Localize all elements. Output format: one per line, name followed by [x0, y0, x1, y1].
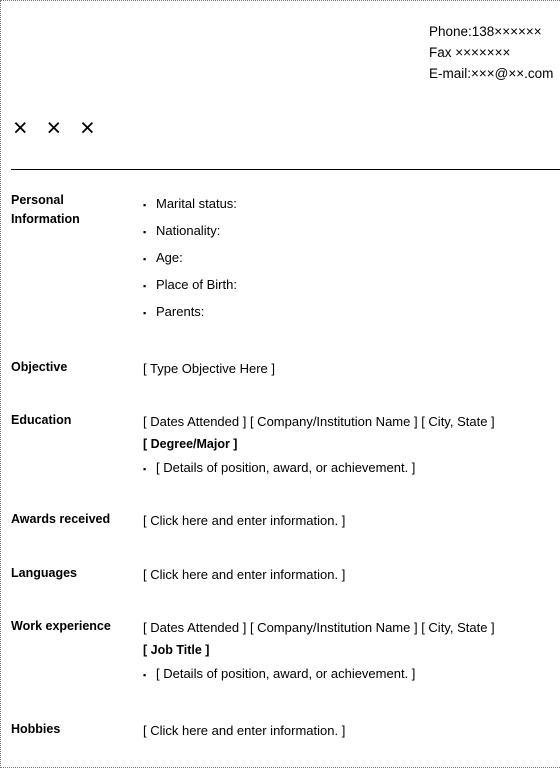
sections-container: Personal Information ▪ Marital status: ▪…	[1, 191, 560, 767]
personal-item-place-of-birth: Place of Birth:	[156, 277, 237, 292]
section-body-objective: [ Type Objective Here ]	[143, 358, 560, 379]
section-body-education: [ Dates Attended ] [ Company/Institution…	[143, 411, 560, 482]
personal-item-marital-status: Marital status:	[156, 196, 237, 211]
education-dates-company-city[interactable]: [ Dates Attended ] [ Company/Institution…	[143, 411, 560, 432]
fax-line: Fax ×××××××	[429, 45, 511, 60]
awards-field[interactable]: [ Click here and enter information. ]	[143, 510, 560, 531]
education-details: [ Details of position, award, or achieve…	[156, 460, 416, 475]
section-body-hobbies: [ Click here and enter information. ]	[143, 720, 560, 741]
work-job-title[interactable]: [ Job Title ]	[143, 640, 560, 661]
phone-line: Phone:138××××××	[429, 24, 542, 39]
section-label-personal-information: Personal Information	[1, 191, 143, 229]
list-item[interactable]: ▪ Age:	[143, 245, 560, 272]
personal-item-nationality: Nationality:	[156, 223, 221, 238]
work-details: [ Details of position, award, or achieve…	[156, 666, 416, 681]
objective-field[interactable]: [ Type Objective Here ]	[143, 358, 560, 379]
section-body-awards-received: [ Click here and enter information. ]	[143, 510, 560, 531]
section-personal-information: Personal Information ▪ Marital status: ▪…	[1, 191, 560, 326]
section-label-objective: Objective	[11, 360, 68, 374]
square-bullet-icon: ▪	[143, 670, 147, 680]
personal-item-parents: Parents:	[156, 304, 205, 319]
square-bullet-icon: ▪	[143, 281, 147, 291]
languages-field[interactable]: [ Click here and enter information. ]	[143, 564, 560, 585]
section-awards-received: Awards received [ Click here and enter i…	[1, 510, 560, 531]
personal-label-line-1: Personal	[11, 193, 64, 207]
list-item[interactable]: ▪ Nationality:	[143, 218, 560, 245]
resume-page: Phone:138×××××× Fax ××××××× E-mail:×××@×…	[0, 0, 560, 768]
contact-info-block: Phone:138×××××× Fax ××××××× E-mail:×××@×…	[429, 21, 560, 84]
section-languages: Languages [ Click here and enter informa…	[1, 564, 560, 585]
section-label-hobbies: Hobbies	[11, 722, 61, 736]
email-line: E-mail:×××@××.com	[429, 66, 554, 81]
section-hobbies: Hobbies [ Click here and enter informati…	[1, 720, 560, 741]
square-bullet-icon: ▪	[143, 464, 147, 474]
list-item[interactable]: ▪ [ Details of position, award, or achie…	[143, 661, 560, 688]
square-bullet-icon: ▪	[143, 200, 147, 210]
personal-label-line-2: Information	[11, 212, 80, 226]
section-label-languages: Languages	[11, 566, 77, 580]
work-dates-company-city[interactable]: [ Dates Attended ] [ Company/Institution…	[143, 617, 560, 638]
section-work-experience: Work experience [ Dates Attended ] [ Com…	[1, 617, 560, 688]
list-item[interactable]: ▪ Marital status:	[143, 191, 560, 218]
section-education: Education [ Dates Attended ] [ Company/I…	[1, 411, 560, 482]
candidate-name[interactable]: × × ×	[13, 113, 101, 143]
section-objective: Objective [ Type Objective Here ]	[1, 358, 560, 379]
section-body-work-experience: [ Dates Attended ] [ Company/Institution…	[143, 617, 560, 688]
section-label-awards-received: Awards received	[11, 512, 111, 526]
header-divider	[11, 169, 560, 170]
hobbies-field[interactable]: [ Click here and enter information. ]	[143, 720, 560, 741]
section-body-languages: [ Click here and enter information. ]	[143, 564, 560, 585]
section-label-work-experience: Work experience	[11, 619, 111, 633]
square-bullet-icon: ▪	[143, 254, 147, 264]
list-item[interactable]: ▪ [ Details of position, award, or achie…	[143, 455, 560, 482]
section-label-education: Education	[11, 413, 72, 427]
square-bullet-icon: ▪	[143, 308, 147, 318]
education-degree-major[interactable]: [ Degree/Major ]	[143, 434, 560, 455]
section-body-personal-information: ▪ Marital status: ▪ Nationality: ▪ Age: …	[143, 191, 560, 326]
square-bullet-icon: ▪	[143, 227, 147, 237]
list-item[interactable]: ▪ Parents:	[143, 299, 560, 326]
list-item[interactable]: ▪ Place of Birth:	[143, 272, 560, 299]
personal-item-age: Age:	[156, 250, 183, 265]
